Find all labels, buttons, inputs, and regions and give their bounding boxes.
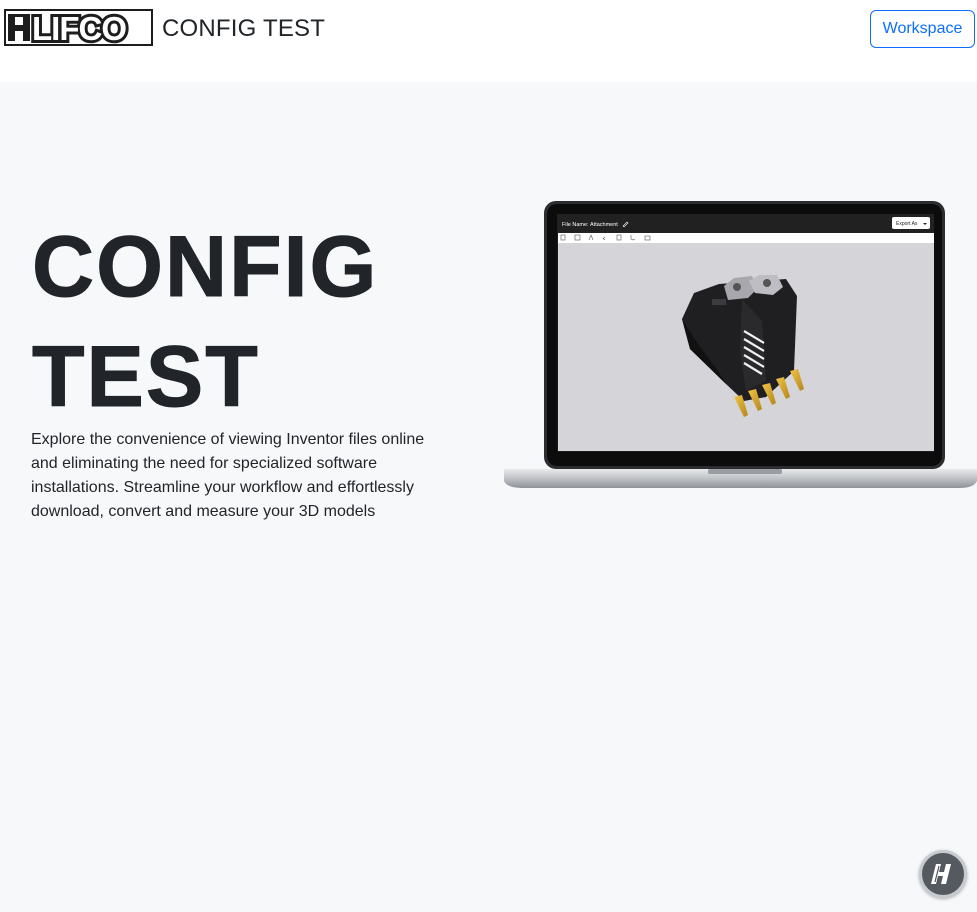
- hero-description: Explore the convenience of viewing Inven…: [31, 431, 425, 520]
- hero-title-line-1: CONFIG: [32, 219, 379, 316]
- app-title: CONFIG TEST: [162, 15, 326, 42]
- brand-logo[interactable]: LIFCO: [4, 9, 153, 46]
- navbar: LIFCO CONFIG TEST Workspace: [0, 0, 977, 82]
- hero-title: CONFIG TEST: [32, 212, 472, 432]
- chat-widget-button[interactable]: [919, 850, 967, 898]
- hero-title-line-2: TEST: [32, 329, 260, 426]
- preview-file-name-label: File Name:: [562, 222, 589, 228]
- lifco-logo-icon: LIFCO: [8, 11, 130, 44]
- laptop-preview-image: File Name: Attachment Export As: [504, 201, 977, 488]
- preview-export-label: Export As: [896, 221, 918, 227]
- logo-text: LIFCO: [32, 11, 126, 44]
- workspace-button[interactable]: Workspace: [870, 10, 975, 48]
- h-logo-icon: [931, 864, 951, 884]
- preview-file-name-value: Attachment: [590, 222, 618, 228]
